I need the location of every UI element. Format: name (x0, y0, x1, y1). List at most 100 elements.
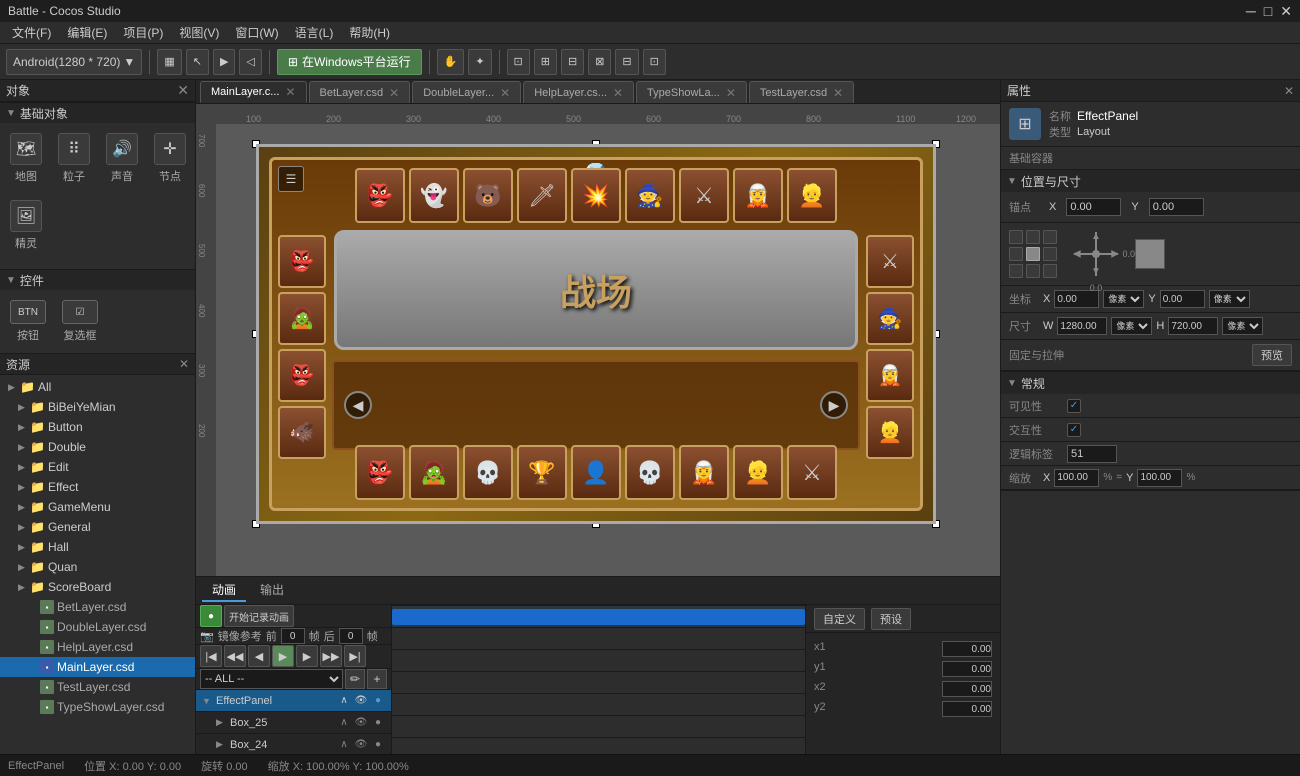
move-tool-btn[interactable]: ✦ (468, 49, 491, 75)
hero-card-4[interactable]: 🗡 (517, 168, 567, 223)
track-box24[interactable]: ▶ Box_24 ∧ 👁 ● (196, 734, 391, 756)
align-mid-btn[interactable]: ⊟ (615, 49, 638, 75)
tree-folder-bibeiyemian[interactable]: ▶ 📁 BiBeiYeMian (0, 397, 195, 417)
tree-folder-double[interactable]: ▶ 📁 Double (0, 437, 195, 457)
anchor-tc[interactable] (1026, 230, 1040, 244)
tree-arrow-dbl[interactable]: ▶ (18, 442, 28, 453)
scene-menu-btn[interactable]: ☰ (278, 166, 304, 192)
track-box25[interactable]: ▶ Box_25 ∧ 👁 ● (196, 712, 391, 734)
anchor-mc[interactable] (1026, 247, 1040, 261)
preview-btn[interactable]: 预览 (1252, 344, 1292, 366)
y2-input[interactable] (942, 701, 992, 717)
hero-bot-8[interactable]: 👱 (733, 445, 783, 500)
hero-card-7[interactable]: ⚔ (679, 168, 729, 223)
hero-card-9[interactable]: 👱 (787, 168, 837, 223)
tab-typeshowlayer[interactable]: TypeShowLa... ✕ (636, 81, 747, 103)
tree-arrow-gm[interactable]: ▶ (18, 502, 28, 513)
track-effectpanel[interactable]: ▼ EffectPanel ∧ 👁 ● (196, 690, 391, 712)
tab-helplayer-close[interactable]: ✕ (613, 86, 623, 100)
tree-folder-button[interactable]: ▶ 📁 Button (0, 417, 195, 437)
tree-file-testlayer[interactable]: ▶ ▪ TestLayer.csd (0, 677, 195, 697)
tab-testlayer-close[interactable]: ✕ (833, 86, 843, 100)
coord-x-unit[interactable]: 像素 (1103, 290, 1144, 308)
sprite-object[interactable]: 🖼 精灵 (6, 196, 46, 255)
anchor-mr[interactable] (1043, 247, 1057, 261)
tab-betlayer-close[interactable]: ✕ (389, 86, 399, 100)
menu-project[interactable]: 项目(P) (115, 22, 171, 43)
hero-bot-7[interactable]: 🧝 (679, 445, 729, 500)
tab-helplayer[interactable]: HelpLayer.cs... ✕ (523, 81, 634, 103)
basic-objects-header[interactable]: ▼ 基础对象 (0, 103, 195, 123)
anchor-y-input[interactable] (1149, 198, 1204, 216)
btn-prev[interactable]: ◀ (248, 645, 270, 667)
hero-card-1[interactable]: 👺 (355, 168, 405, 223)
tree-file-mainlayer[interactable]: ▶ ▪ MainLayer.csd (0, 657, 195, 677)
filter-pencil-btn[interactable]: ✏ (345, 669, 365, 689)
size-w-unit[interactable]: 像素 (1111, 317, 1152, 335)
tree-folder-hall[interactable]: ▶ 📁 Hall (0, 537, 195, 557)
menu-language[interactable]: 语言(L) (287, 22, 342, 43)
tree-folder-scoreboard[interactable]: ▶ 📁 ScoreBoard (0, 577, 195, 597)
align-top-btn[interactable]: ⊠ (588, 49, 611, 75)
size-h-unit[interactable]: 像素 (1222, 317, 1263, 335)
tree-file-typeshowlayer[interactable]: ▶ ▪ TypeShowLayer.csd (0, 697, 195, 717)
cursor-btn[interactable]: ↖ (186, 49, 209, 75)
sound-object[interactable]: 🔊 声音 (102, 129, 142, 188)
hero-right-3[interactable]: 🧝 (866, 349, 914, 402)
menu-file[interactable]: 文件(F) (4, 22, 59, 43)
tree-arrow-bib[interactable]: ▶ (18, 402, 28, 413)
track-lock-icon[interactable]: ● (371, 694, 385, 708)
controls-header[interactable]: ▼ 控件 (0, 270, 195, 290)
preset-btn[interactable]: 预设 (871, 608, 911, 630)
tab-mainlayer[interactable]: MainLayer.c... ✕ (200, 81, 307, 103)
scene-arrow-right[interactable]: ▶ (820, 391, 848, 419)
record-anim-btn[interactable]: ● (200, 605, 222, 627)
hand-tool-btn[interactable]: ✋ (437, 49, 465, 75)
hero-bot-3[interactable]: 💀 (463, 445, 513, 500)
timeline-tab-anim[interactable]: 动画 (202, 579, 246, 602)
anchor-tr[interactable] (1043, 230, 1057, 244)
button-control[interactable]: BTN 按钮 (6, 296, 50, 347)
maximize-btn[interactable]: □ (1264, 3, 1272, 20)
object-panel-close[interactable]: ✕ (177, 82, 189, 99)
hero-bot-5[interactable]: 👤 (571, 445, 621, 500)
hero-bot-2[interactable]: 🧟 (409, 445, 459, 500)
pos-size-header[interactable]: ▼ 位置与尺寸 (1001, 170, 1300, 192)
align-right-btn[interactable]: ⊟ (561, 49, 584, 75)
tab-doublelayer[interactable]: DoubleLayer... ✕ (412, 81, 521, 103)
coord-y-input[interactable] (1160, 290, 1205, 308)
tree-arrow-edit[interactable]: ▶ (18, 462, 28, 473)
run-on-windows-btn[interactable]: ⊞ 在Windows平台运行 (277, 49, 422, 75)
node-object[interactable]: ✛ 节点 (150, 129, 190, 188)
anchor-bl[interactable] (1009, 264, 1023, 278)
align-left-btn[interactable]: ⊡ (507, 49, 530, 75)
track-eye-box24[interactable]: 👁 (354, 738, 368, 752)
hero-card-3[interactable]: 🐻 (463, 168, 513, 223)
track-expand-icon[interactable]: ∧ (337, 694, 351, 708)
resources-close[interactable]: ✕ (179, 357, 189, 371)
x2-input[interactable] (942, 681, 992, 697)
hero-left-2[interactable]: 🧟 (278, 292, 326, 345)
menu-window[interactable]: 窗口(W) (227, 22, 286, 43)
tree-file-helplayer[interactable]: ▶ ▪ HelpLayer.csd (0, 637, 195, 657)
anchor-br[interactable] (1043, 264, 1057, 278)
platform-selector[interactable]: Android(1280 * 720) ▼ (6, 49, 142, 75)
size-w-input[interactable] (1057, 317, 1107, 335)
btn-play[interactable]: ▶ (272, 645, 294, 667)
align-bottom-btn[interactable]: ⊡ (643, 49, 666, 75)
tree-folder-gamemenu[interactable]: ▶ 📁 GameMenu (0, 497, 195, 517)
track-lock-box25[interactable]: ● (371, 716, 385, 730)
anchor-bc[interactable] (1026, 264, 1040, 278)
tree-arrow-gen[interactable]: ▶ (18, 522, 28, 533)
track-eye-icon[interactable]: 👁 (354, 694, 368, 708)
custom-btn[interactable]: 自定义 (814, 608, 865, 630)
hero-bot-6[interactable]: 💀 (625, 445, 675, 500)
window-controls[interactable]: ─ □ ✕ (1246, 3, 1292, 20)
anchor-tl[interactable] (1009, 230, 1023, 244)
align-center-btn[interactable]: ⊞ (534, 49, 557, 75)
tree-folder-effect[interactable]: ▶ 📁 Effect (0, 477, 195, 497)
filter-select[interactable]: -- ALL -- (200, 669, 343, 689)
btn-skip-start[interactable]: |◀ (200, 645, 222, 667)
tree-arrow-all[interactable]: ▶ (8, 382, 18, 393)
tab-doublelayer-close[interactable]: ✕ (500, 86, 510, 100)
